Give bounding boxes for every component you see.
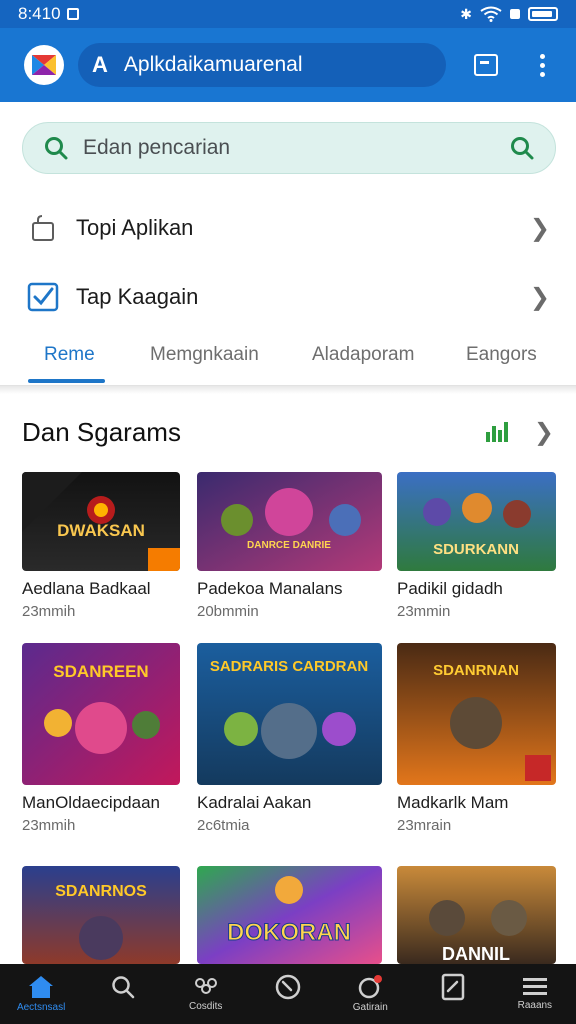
nav-notes[interactable] — [411, 964, 493, 1024]
game-thumbnail: DOKORAN — [197, 866, 382, 964]
game-thumbnail: DANRCE DANRIE — [197, 472, 382, 571]
nav-people[interactable]: Cosdits — [165, 964, 247, 1024]
status-bar: 8:410 ✱ — [0, 0, 576, 28]
game-thumbnail: SDANREEN — [22, 643, 180, 785]
section-title: Dan Sgarams — [22, 416, 181, 447]
menu-label-top-apps: Topi Aplikan — [76, 215, 194, 240]
app-card[interactable]: DWAKSAN Aedlana Badkaal 23mmih — [22, 472, 180, 620]
app-card[interactable]: DANRCE DANRIE Padekoa Manalans 20bmmin — [197, 472, 382, 620]
menu-label-categories: Tap Kaagain — [76, 284, 199, 309]
sim-icon — [510, 9, 520, 19]
app-bar: A Aplkdaikamuarenal — [0, 28, 576, 102]
game-thumbnail: SDANRNOS — [22, 866, 180, 964]
search-icon — [112, 976, 135, 999]
app-logo-icon[interactable] — [24, 45, 64, 85]
nav-explore[interactable] — [247, 964, 329, 1024]
game-thumbnail: DANNIL — [397, 866, 556, 964]
thumbnail-text: SADRARIS CARDRAN — [210, 658, 368, 675]
menu-icon — [522, 978, 547, 995]
app-card[interactable]: SDANRNAN Madkarlk Mam 23mrain — [397, 643, 556, 834]
card-title: Padekoa Manalans — [197, 579, 343, 598]
bag-outline-icon — [26, 211, 60, 245]
card-subtitle: 23mmih — [22, 817, 76, 834]
thumbnail-text: SDANRNAN — [433, 662, 519, 679]
bottom-nav: Aectsnsasl Cosdits Gatirain Raaans — [0, 964, 576, 1024]
app-card[interactable]: DOKORAN — [197, 866, 382, 964]
tab-reme[interactable]: Reme — [44, 344, 95, 366]
game-thumbnail: SDANRNAN — [397, 643, 556, 785]
more-button[interactable] — [522, 45, 562, 85]
thumbnail-text: DANNIL — [442, 944, 510, 964]
nav-menu[interactable]: Raaans — [494, 964, 576, 1024]
app-card[interactable]: SDANRNOS — [22, 866, 180, 964]
wifi-icon — [480, 6, 502, 22]
search-input[interactable]: Edan pencarian — [83, 136, 509, 160]
card-subtitle: 23mmih — [22, 603, 76, 620]
battery-icon — [528, 7, 558, 21]
game-thumbnail: DWAKSAN — [22, 472, 180, 571]
tab-memgnkaain[interactable]: Memgnkaain — [150, 344, 259, 366]
thumbnail-text: DWAKSAN — [57, 521, 145, 540]
card-subtitle: 20bmmin — [197, 603, 259, 620]
tabs-icon — [474, 54, 498, 76]
notifications-icon — [359, 975, 383, 999]
thumbnail-text: SDANREEN — [53, 662, 148, 681]
tab-eangors[interactable]: Eangors — [466, 344, 537, 366]
edit-note-icon — [441, 973, 464, 1001]
tabs-button[interactable] — [466, 45, 506, 85]
game-thumbnail: SADRARIS CARDRAN — [197, 643, 382, 785]
card-subtitle: 23mrain — [397, 817, 452, 834]
divider — [0, 386, 576, 394]
tab-bar: Reme Memgnkaain Aladaporam Eangors — [0, 330, 576, 386]
nav-label-menu: Raaans — [517, 1000, 553, 1011]
app-card[interactable]: SDANREEN ManOldaecipdaan 23mmih — [22, 643, 180, 834]
checkbox-icon — [26, 280, 60, 314]
app-card[interactable]: SDURKANN Padikil gidadh 23mmin — [397, 472, 556, 620]
app-card[interactable]: SADRARIS CARDRAN Kadralai Aakan 2c6tmia — [197, 643, 382, 834]
card-subtitle: 2c6tmia — [197, 817, 250, 834]
section-header: Dan Sgarams ❯ — [22, 412, 554, 452]
people-icon — [194, 978, 217, 994]
thumbnail-text: SDANRNOS — [55, 883, 147, 900]
notification-icon — [66, 8, 79, 20]
compass-icon — [275, 974, 301, 1000]
search-bar[interactable]: Edan pencarian — [22, 122, 556, 174]
chevron-right-icon[interactable]: ❯ — [534, 418, 554, 447]
chart-icon[interactable] — [485, 422, 508, 442]
home-icon — [29, 976, 54, 998]
nav-notifications[interactable]: Gatirain — [329, 964, 411, 1024]
url-text: Aplkdaikamuarenal — [123, 53, 303, 76]
thumbnail-text: DOKORAN — [227, 919, 351, 946]
nav-label-home: Aectsnsasl — [16, 1002, 66, 1013]
chevron-right-icon: ❯ — [529, 283, 550, 311]
tab-aladaporam[interactable]: Aladaporam — [312, 344, 414, 366]
card-title: Padikil gidadh — [397, 579, 503, 598]
url-prefix: A — [92, 52, 108, 77]
app-card[interactable]: DANNIL — [397, 866, 556, 964]
nav-search[interactable] — [82, 964, 164, 1024]
search-submit-icon[interactable] — [509, 135, 535, 161]
card-title: ManOldaecipdaan — [22, 793, 160, 812]
url-bar[interactable]: A Aplkdaikamuarenal — [78, 43, 446, 87]
card-title: Kadralai Aakan — [197, 793, 312, 812]
card-title: Aedlana Badkaal — [22, 579, 151, 598]
tab-indicator — [28, 379, 105, 383]
thumbnail-text: SDURKANN — [433, 541, 519, 558]
nav-label-notifications: Gatirain — [352, 1002, 388, 1013]
card-title: Madkarlk Mam — [397, 793, 509, 812]
menu-item-categories[interactable]: Tap Kaagain ❯ — [0, 267, 576, 327]
chevron-right-icon: ❯ — [529, 214, 550, 242]
bluetooth-icon: ✱ — [460, 5, 472, 22]
more-vert-icon — [539, 53, 545, 77]
nav-home[interactable]: Aectsnsasl — [0, 964, 82, 1024]
status-time: 8:410 — [18, 4, 61, 23]
menu-item-top-apps[interactable]: Topi Aplikan ❯ — [0, 198, 576, 258]
nav-label-people: Cosdits — [189, 1001, 223, 1012]
search-icon — [45, 137, 68, 160]
game-thumbnail: SDURKANN — [397, 472, 556, 571]
thumbnail-text: DANRCE DANRIE — [247, 540, 331, 551]
card-subtitle: 23mmin — [397, 603, 451, 620]
